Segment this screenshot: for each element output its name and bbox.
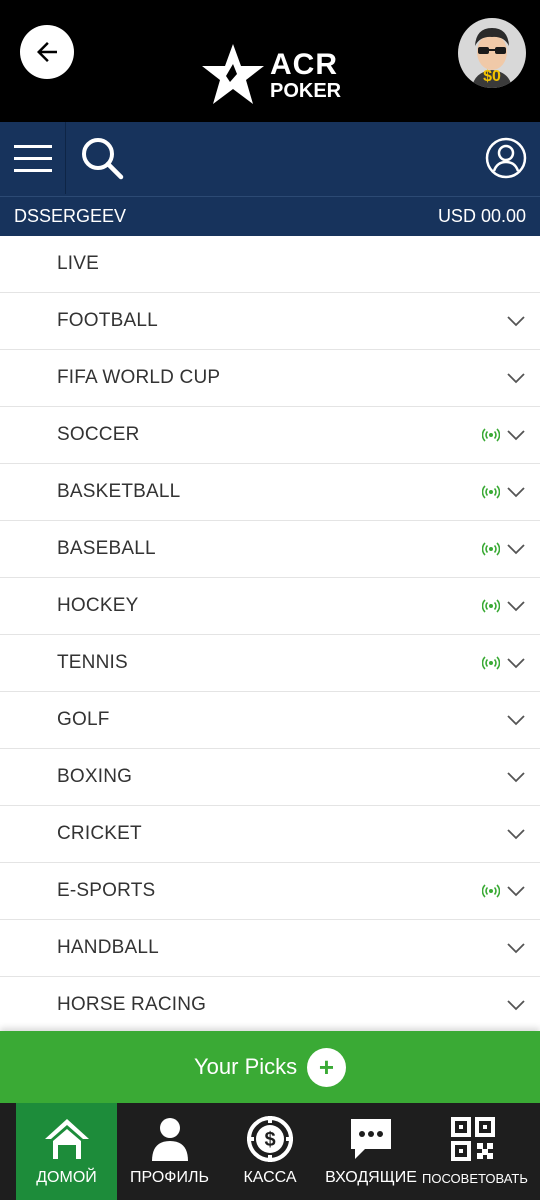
tab-refer[interactable]: ПОСОВЕТОВАТЬ	[422, 1103, 528, 1200]
chevron-down-icon[interactable]	[506, 995, 526, 1015]
tab-profile[interactable]: ПРОФИЛЬ	[119, 1103, 220, 1200]
sport-label: HOCKEY	[57, 595, 139, 616]
sport-row-horse-racing[interactable]: HORSE RACING	[0, 977, 540, 1034]
sport-row-golf[interactable]: GOLF	[0, 692, 540, 749]
user-circle-icon	[485, 137, 527, 179]
chevron-down-icon[interactable]	[506, 824, 526, 844]
search-button[interactable]	[74, 128, 130, 188]
app-root: ACR POKER $0 DSSERGEEV USD 00.00 LIVE FO…	[0, 0, 540, 1200]
sport-row-football[interactable]: FOOTBALL	[0, 293, 540, 350]
person-icon	[151, 1118, 188, 1161]
chevron-down-icon[interactable]	[506, 653, 526, 673]
account-bar: DSSERGEEV USD 00.00	[0, 196, 540, 236]
account-balance: USD 00.00	[437, 206, 526, 226]
chevron-down-icon[interactable]	[506, 710, 526, 730]
tab-refer-label: ПОСОВЕТОВАТЬ	[422, 1171, 528, 1186]
sport-row-soccer[interactable]: SOCCER	[0, 407, 540, 464]
tab-cashier-label: КАССА	[243, 1169, 297, 1186]
top-header: ACR POKER $0	[0, 0, 540, 122]
tab-home[interactable]: ДОМОЙ	[16, 1103, 117, 1200]
live-broadcast-icon	[482, 485, 500, 499]
live-broadcast-icon	[482, 428, 500, 442]
star-logo-icon	[202, 44, 264, 104]
tab-inbox[interactable]: ВХОДЯЩИЕ	[320, 1103, 422, 1200]
sport-row-basketball[interactable]: BASKETBALL	[0, 464, 540, 521]
arrow-left-icon	[37, 42, 57, 62]
bottom-nav: ДОМОЙ ПРОФИЛЬ $ КАССА ВХОДЯЩИЕ ПОСОВЕТОВ…	[0, 1103, 540, 1200]
tab-profile-label: ПРОФИЛЬ	[130, 1169, 209, 1186]
acr-poker-logo: ACR POKER	[200, 42, 350, 108]
chevron-down-icon[interactable]	[506, 767, 526, 787]
sport-row-boxing[interactable]: BOXING	[0, 749, 540, 806]
sports-list: LIVE FOOTBALL FIFA WORLD CUP SOCCER BASKETBA…	[0, 236, 540, 1034]
home-icon	[44, 1119, 89, 1159]
sport-label: BASKETBALL	[57, 481, 181, 502]
live-broadcast-icon	[482, 599, 500, 613]
sport-label: CRICKET	[57, 823, 142, 844]
chevron-down-icon[interactable]	[506, 938, 526, 958]
logo-text: ACR POKER	[270, 48, 342, 102]
sport-row-live[interactable]: LIVE	[0, 236, 540, 293]
live-broadcast-icon	[482, 542, 500, 556]
avatar[interactable]: $0	[458, 18, 526, 88]
sport-row-handball[interactable]: HANDBALL	[0, 920, 540, 977]
chevron-down-icon[interactable]	[506, 881, 526, 901]
sport-label: TENNIS	[57, 652, 128, 673]
sport-label: E-SPORTS	[57, 880, 156, 901]
search-icon	[82, 138, 124, 180]
username: DSSERGEEV	[14, 206, 127, 226]
hamburger-icon	[13, 145, 52, 172]
qr-code-icon	[451, 1117, 495, 1161]
sport-label: FOOTBALL	[57, 310, 158, 331]
nav-bar	[0, 122, 540, 196]
picks-label: Your Picks	[194, 1054, 298, 1079]
tab-home-label: ДОМОЙ	[36, 1169, 97, 1186]
sport-row-hockey[interactable]: HOCKEY	[0, 578, 540, 635]
chevron-down-icon[interactable]	[506, 368, 526, 388]
sport-row-tennis[interactable]: TENNIS	[0, 635, 540, 692]
back-button[interactable]	[20, 25, 74, 79]
logo-line2: POKER	[270, 80, 342, 102]
chevron-down-icon[interactable]	[506, 425, 526, 445]
sport-label: FIFA WORLD CUP	[57, 367, 221, 388]
sport-row-e-sports[interactable]: E-SPORTS	[0, 863, 540, 920]
dollar-chip-icon: $	[247, 1116, 293, 1162]
live-broadcast-icon	[482, 884, 500, 898]
chevron-down-icon[interactable]	[506, 311, 526, 331]
sport-row-baseball[interactable]: BASEBALL	[0, 521, 540, 578]
chat-bubble-icon	[351, 1119, 391, 1159]
tab-cashier[interactable]: $ КАССА	[220, 1103, 320, 1200]
your-picks-button[interactable]: Your Picks +	[0, 1031, 540, 1103]
sport-label: HORSE RACING	[57, 994, 207, 1015]
sport-label: SOCCER	[57, 424, 140, 445]
sport-label: BOXING	[57, 766, 133, 787]
chevron-down-icon[interactable]	[506, 596, 526, 616]
sport-label: LIVE	[57, 253, 99, 274]
menu-button[interactable]	[0, 122, 66, 194]
chevron-down-icon[interactable]	[506, 482, 526, 502]
svg-text:$: $	[264, 1129, 275, 1151]
live-broadcast-icon	[482, 656, 500, 670]
chevron-down-icon[interactable]	[506, 539, 526, 559]
avatar-balance: $0	[483, 68, 501, 85]
sport-label: BASEBALL	[57, 538, 156, 559]
sport-row-fifa-world-cup[interactable]: FIFA WORLD CUP	[0, 350, 540, 407]
sport-label: GOLF	[57, 709, 110, 730]
sport-label: HANDBALL	[57, 937, 159, 958]
plus-icon: +	[307, 1048, 346, 1087]
logo-line1: ACR	[270, 48, 338, 81]
account-button[interactable]	[482, 134, 530, 182]
tab-inbox-label: ВХОДЯЩИЕ	[325, 1169, 417, 1186]
sport-row-cricket[interactable]: CRICKET	[0, 806, 540, 863]
